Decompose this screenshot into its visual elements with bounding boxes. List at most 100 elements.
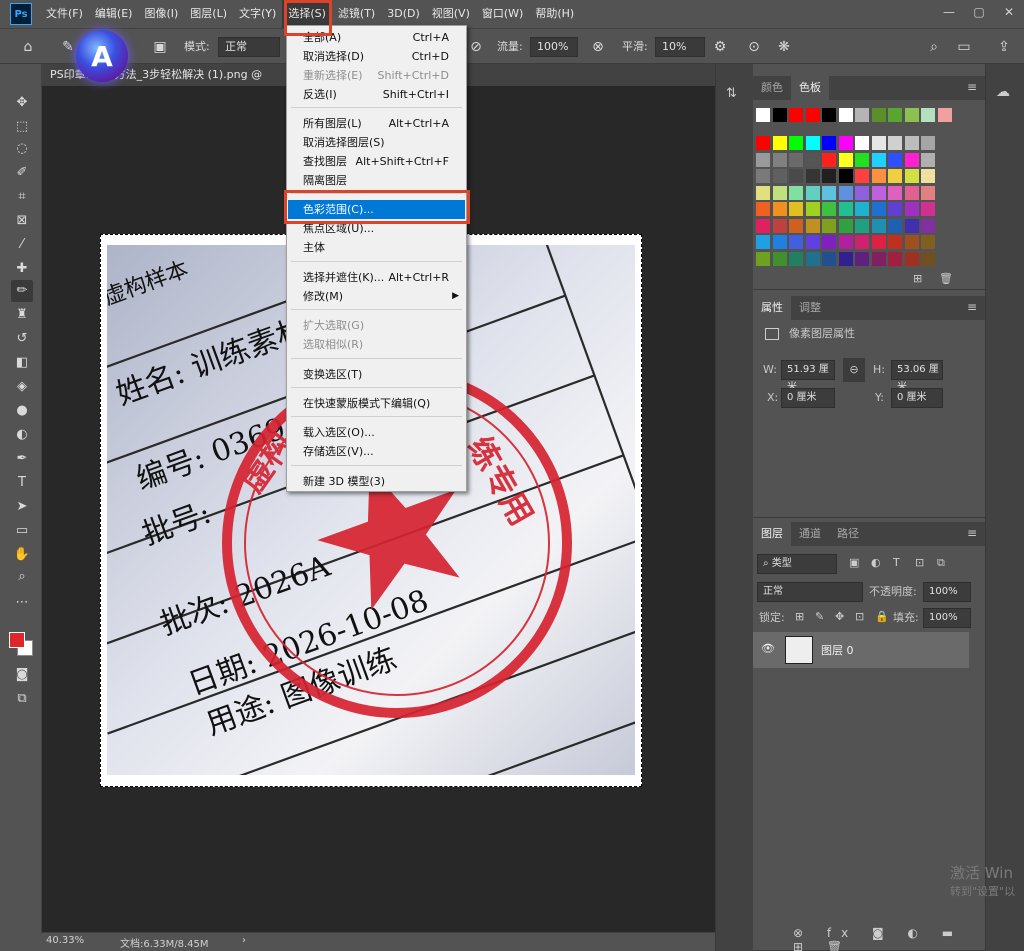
swatch[interactable] bbox=[789, 185, 803, 200]
swatch[interactable] bbox=[855, 218, 869, 233]
swatch[interactable] bbox=[789, 235, 803, 249]
swatch[interactable] bbox=[921, 136, 935, 150]
swatch[interactable] bbox=[772, 185, 787, 200]
minimize-button[interactable]: — bbox=[934, 0, 964, 24]
swatch[interactable] bbox=[805, 235, 820, 249]
swatch[interactable] bbox=[871, 202, 886, 216]
select-menu-item-17[interactable]: 载入选区(O)... bbox=[288, 423, 465, 442]
share-icon[interactable]: ⇪ bbox=[994, 37, 1014, 57]
swatch[interactable] bbox=[888, 235, 902, 249]
swatch[interactable] bbox=[888, 218, 902, 233]
swatch[interactable] bbox=[838, 251, 853, 266]
swatch[interactable] bbox=[789, 251, 803, 266]
panel-menu-icon[interactable]: ≡ bbox=[967, 80, 977, 94]
swatch[interactable] bbox=[904, 251, 919, 266]
fill-field[interactable]: 100% bbox=[923, 608, 971, 628]
swatch[interactable] bbox=[855, 108, 869, 122]
document-info[interactable]: 文档:6.33M/8.45M bbox=[120, 935, 209, 950]
brush-preset-icon[interactable]: ✎ bbox=[58, 37, 78, 57]
swatch[interactable] bbox=[871, 235, 886, 249]
angle-icon[interactable]: ⊙ bbox=[744, 37, 764, 57]
swatch[interactable] bbox=[855, 169, 869, 183]
more-tools-icon[interactable]: ⋯ bbox=[11, 592, 33, 614]
swatch[interactable] bbox=[888, 136, 902, 150]
pressure-icon[interactable]: ⊗ bbox=[588, 37, 608, 57]
swatch[interactable] bbox=[904, 152, 919, 167]
lock-artboard-icon[interactable]: ⊡ bbox=[855, 610, 864, 623]
quick-select-tool-icon[interactable]: ✐ bbox=[11, 162, 33, 184]
swatch[interactable] bbox=[789, 108, 803, 122]
swatch[interactable] bbox=[756, 218, 770, 233]
swatch[interactable] bbox=[921, 108, 935, 122]
swatch[interactable] bbox=[888, 108, 902, 122]
select-menu-item-12[interactable]: 修改(M) ▶ bbox=[288, 287, 465, 306]
swatch[interactable] bbox=[871, 136, 886, 150]
gear-icon[interactable]: ⚙ bbox=[710, 37, 730, 57]
swatch[interactable] bbox=[904, 202, 919, 216]
swatch[interactable] bbox=[888, 152, 902, 167]
height-field[interactable]: 53.06 厘米 bbox=[891, 360, 943, 393]
menu-item-3[interactable]: 图层(L) bbox=[184, 0, 233, 28]
select-menu-item-16[interactable]: 在快速蒙版模式下编辑(Q) bbox=[288, 394, 465, 413]
swatch[interactable] bbox=[921, 235, 935, 249]
swatch[interactable] bbox=[921, 185, 935, 200]
swatch[interactable] bbox=[805, 202, 820, 216]
status-chevron-icon[interactable]: › bbox=[242, 935, 246, 946]
properties-tab-1[interactable]: 调整 bbox=[791, 296, 829, 320]
swatch[interactable] bbox=[838, 218, 853, 233]
healing-tool-icon[interactable]: ✚ bbox=[11, 258, 33, 280]
delete-swatch-icon[interactable]: 🗑 bbox=[939, 272, 953, 285]
document-tab[interactable]: PS印章…3种方法_3步轻松解决 (1).png @ bbox=[42, 64, 274, 86]
brush-settings-icon[interactable]: ▣ bbox=[150, 37, 170, 57]
swatch[interactable] bbox=[904, 235, 919, 249]
swatch[interactable] bbox=[805, 218, 820, 233]
swatch[interactable] bbox=[871, 169, 886, 183]
swatch[interactable] bbox=[838, 185, 853, 200]
color-tab-1[interactable]: 色板 bbox=[791, 76, 829, 100]
type-tool-icon[interactable]: T bbox=[11, 472, 33, 494]
ai-assistant-badge[interactable]: A bbox=[76, 30, 128, 82]
brush-tool-icon[interactable]: ✏ bbox=[11, 280, 33, 302]
move-tool-icon[interactable]: ✥ bbox=[11, 92, 33, 114]
swatch[interactable] bbox=[756, 235, 770, 249]
swatch[interactable] bbox=[904, 185, 919, 200]
swatch[interactable] bbox=[772, 235, 787, 249]
stamp-tool-icon[interactable]: ♜ bbox=[11, 304, 33, 326]
swatch[interactable] bbox=[888, 251, 902, 266]
swatch[interactable] bbox=[871, 251, 886, 266]
lock-all-icon[interactable]: 🔒 bbox=[875, 610, 889, 623]
select-menu-item-18[interactable]: 存储选区(V)... bbox=[288, 442, 465, 461]
libraries-icon[interactable]: ☁ bbox=[996, 84, 1010, 100]
swatch[interactable] bbox=[822, 108, 836, 122]
filter-adjust-icon[interactable]: ◐ bbox=[871, 556, 881, 569]
swatch[interactable] bbox=[805, 251, 820, 266]
swatch[interactable] bbox=[772, 152, 787, 167]
width-field[interactable]: 51.93 厘米 bbox=[781, 360, 835, 393]
swatch[interactable] bbox=[772, 136, 787, 150]
select-menu-item-19[interactable]: 新建 3D 模型(3) bbox=[288, 472, 465, 491]
swatch[interactable] bbox=[871, 218, 886, 233]
swatch[interactable] bbox=[855, 202, 869, 216]
swatch[interactable] bbox=[805, 136, 820, 150]
select-menu-item-7[interactable]: 隔离图层 bbox=[288, 171, 465, 190]
swatch[interactable] bbox=[772, 169, 787, 183]
swatch[interactable] bbox=[805, 169, 820, 183]
swatch[interactable] bbox=[904, 108, 919, 122]
swatch[interactable] bbox=[756, 185, 770, 200]
swatch[interactable] bbox=[789, 169, 803, 183]
lock-brush-icon[interactable]: ✎ bbox=[815, 610, 824, 623]
mode-select[interactable]: 正常 bbox=[218, 37, 280, 57]
menu-item-4[interactable]: 文字(Y) bbox=[233, 0, 282, 28]
visibility-eye-icon[interactable]: 👁 bbox=[761, 642, 775, 655]
link-dimensions-icon[interactable]: ⊖ bbox=[843, 358, 865, 382]
swatch[interactable] bbox=[855, 251, 869, 266]
new-swatch-icon[interactable]: ⊞ bbox=[913, 272, 922, 285]
swatch[interactable] bbox=[756, 251, 770, 266]
swatch[interactable] bbox=[822, 202, 836, 216]
swatch[interactable] bbox=[756, 136, 770, 150]
crop-tool-icon[interactable]: ⌗ bbox=[11, 186, 33, 208]
swatch[interactable] bbox=[855, 136, 869, 150]
foreground-color-swatch[interactable] bbox=[9, 632, 25, 648]
menu-item-2[interactable]: 图像(I) bbox=[138, 0, 184, 28]
blur-tool-icon[interactable]: ● bbox=[11, 400, 33, 422]
